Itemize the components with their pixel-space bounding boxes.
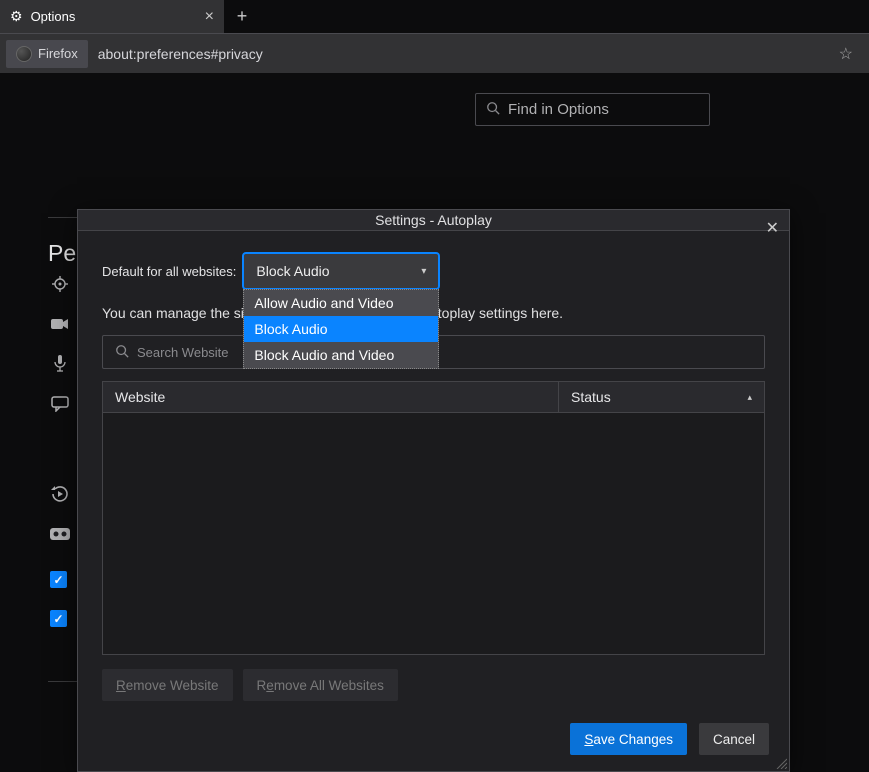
page-content: Find in Options Pe ✓ ✓ Settings - Autopl… (0, 73, 869, 710)
website-table-body (102, 413, 765, 655)
save-changes-button[interactable]: Save Changes (570, 723, 687, 755)
url-input[interactable]: about:preferences#privacy (94, 46, 823, 62)
browser-tab[interactable]: ⚙ Options × (0, 0, 224, 33)
dialog-footer: Save Changes Cancel (78, 713, 789, 771)
firefox-icon (16, 46, 32, 62)
option-block-audio[interactable]: Block Audio (244, 316, 438, 342)
search-icon (486, 101, 500, 118)
checkbox-stack: ✓ ✓ (50, 571, 67, 627)
cancel-button[interactable]: Cancel (699, 723, 769, 755)
find-placeholder: Find in Options (508, 101, 609, 118)
remove-website-button[interactable]: Remove Website (102, 669, 233, 701)
gear-icon: ⚙ (10, 8, 23, 25)
remove-button-row: Remove Website Remove All Websites (102, 669, 765, 701)
remove-all-websites-button[interactable]: Remove All Websites (243, 669, 398, 701)
section-heading-fragment: Pe (48, 240, 76, 267)
autoplay-settings-dialog: Settings - Autoplay ✕ Default for all we… (77, 209, 790, 772)
website-table-header: Website Status ▴ (102, 381, 765, 413)
desc-post: utoplay settings here. (430, 305, 563, 321)
new-tab-button[interactable]: + (224, 0, 260, 33)
dialog-title-text: Settings - Autoplay (375, 212, 492, 228)
divider (48, 217, 78, 218)
tab-strip: ⚙ Options × + (0, 0, 869, 33)
browser-name: Firefox (38, 46, 78, 61)
bookmark-star-icon[interactable]: ☆ (829, 44, 863, 64)
default-row: Default for all websites: Block Audio ▾ … (102, 255, 765, 287)
autoplay-icon (51, 485, 69, 503)
location-icon (52, 275, 68, 293)
sort-asc-icon: ▴ (747, 392, 752, 403)
find-in-options-input[interactable]: Find in Options (475, 93, 710, 126)
notifications-icon (51, 395, 69, 413)
default-select-value: Block Audio (256, 263, 329, 279)
option-block-both[interactable]: Block Audio and Video (244, 342, 438, 368)
default-select-wrap: Block Audio ▾ Allow Audio and Video Bloc… (244, 254, 438, 288)
option-allow[interactable]: Allow Audio and Video (244, 290, 438, 316)
divider (48, 681, 78, 682)
desc-pre: You can manage the site (102, 305, 256, 321)
camera-icon (51, 315, 69, 333)
identity-box[interactable]: Firefox (6, 40, 88, 68)
checkbox-2[interactable]: ✓ (50, 610, 67, 627)
default-select-dropdown: Allow Audio and Video Block Audio Block … (243, 289, 439, 369)
dialog-titlebar: Settings - Autoplay ✕ (78, 210, 789, 231)
checkbox-1[interactable]: ✓ (50, 571, 67, 588)
col-status-header[interactable]: Status ▴ (559, 382, 764, 412)
default-label: Default for all websites: (102, 264, 236, 279)
url-bar-row: Firefox about:preferences#privacy ☆ (0, 33, 869, 73)
remove-all-tail: move All Websites (274, 678, 384, 693)
default-select[interactable]: Block Audio ▾ (244, 254, 438, 288)
resize-grip-icon[interactable] (775, 757, 787, 769)
chevron-down-icon: ▾ (421, 266, 426, 277)
save-tail: ave Changes (593, 732, 673, 747)
vr-icon (50, 525, 70, 543)
close-tab-icon[interactable]: × (205, 8, 214, 26)
search-website-placeholder: Search Website (137, 345, 229, 360)
remove-website-tail: emove Website (126, 678, 219, 693)
permission-icon-list (50, 275, 70, 543)
tab-title: Options (31, 9, 76, 24)
microphone-icon (53, 355, 67, 373)
search-icon (115, 344, 129, 361)
col-status-label: Status (571, 389, 611, 405)
col-website-header[interactable]: Website (103, 382, 559, 412)
